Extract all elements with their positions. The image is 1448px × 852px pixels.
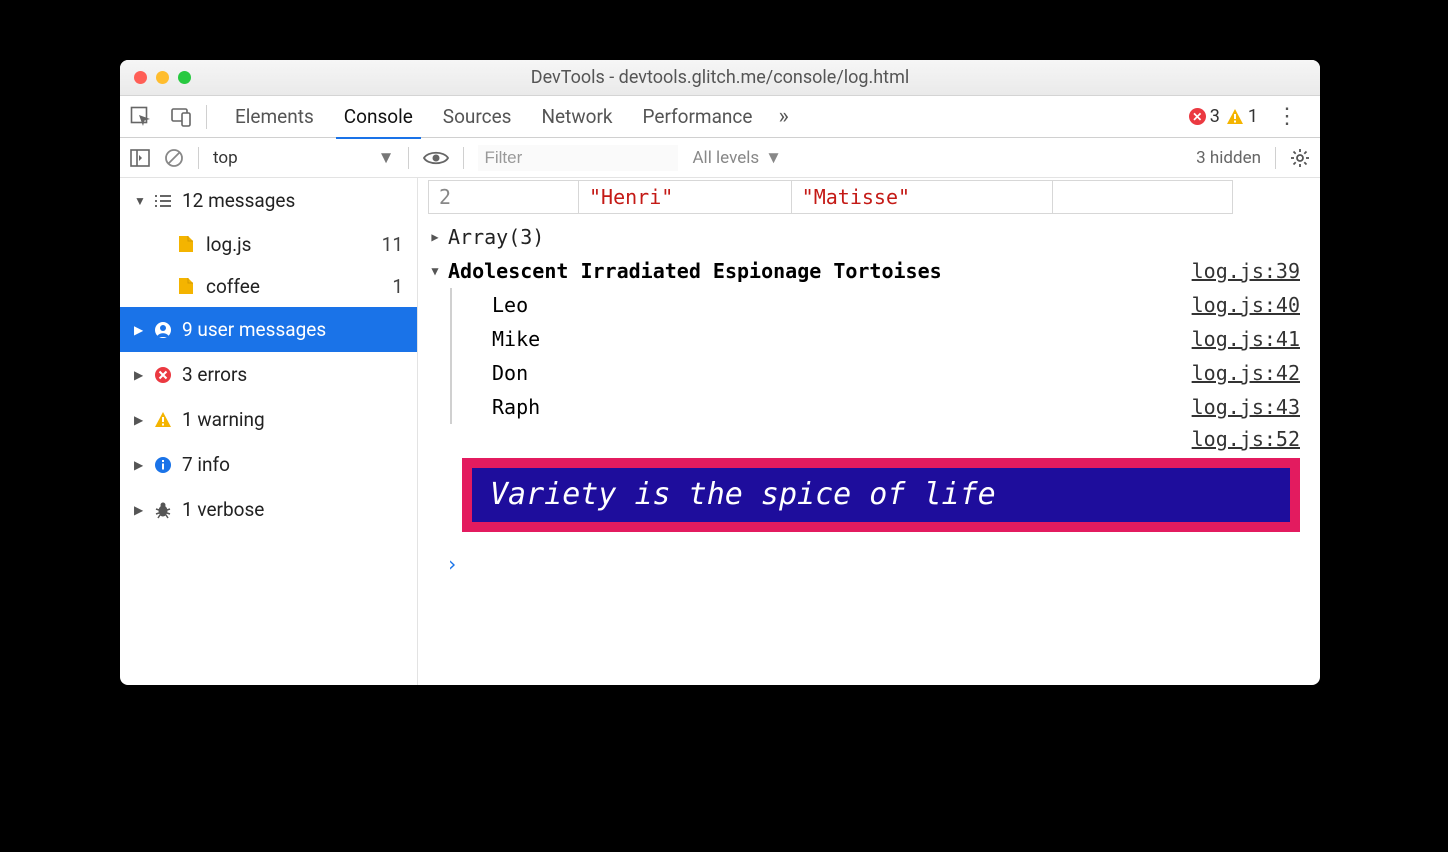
toggle-device-icon[interactable]	[170, 106, 192, 128]
sidebar-label: 3 errors	[182, 363, 409, 386]
more-tabs-button[interactable]: »	[768, 104, 798, 129]
source-link[interactable]: log.js:42	[1192, 361, 1300, 385]
source-link[interactable]: log.js:52	[1192, 427, 1300, 451]
context-selector[interactable]: top ▼	[213, 148, 394, 168]
console-sidebar: ▼ 12 messages log.js 11	[120, 178, 418, 685]
console-toolbar: top ▼ All levels ▼ 3 hidden	[120, 138, 1320, 178]
tab-sources[interactable]: Sources	[429, 96, 526, 138]
console-prompt[interactable]: ›	[428, 532, 1300, 576]
log-levels-selector[interactable]: All levels ▼	[692, 148, 782, 168]
warning-icon	[1226, 108, 1244, 126]
file-icon	[178, 277, 194, 295]
console-row: Raph log.js:43	[450, 390, 1300, 424]
console-row: Don log.js:42	[450, 356, 1300, 390]
maximize-window-button[interactable]	[178, 71, 191, 84]
clear-console-icon[interactable]	[164, 148, 184, 168]
titlebar: DevTools - devtools.glitch.me/console/lo…	[120, 60, 1320, 96]
disclosure-triangle-icon[interactable]: ▼	[428, 264, 442, 278]
console-row: log.js:52	[428, 424, 1300, 454]
source-link[interactable]: log.js:39	[1192, 259, 1300, 283]
source-link[interactable]: log.js:40	[1192, 293, 1300, 317]
sidebar-item-warnings[interactable]: ▶ 1 warning	[120, 397, 417, 442]
chevron-down-icon: ▼	[378, 148, 395, 168]
filter-input[interactable]	[478, 145, 678, 171]
info-icon	[154, 456, 172, 474]
sidebar-item-messages[interactable]: ▼ 12 messages	[120, 178, 417, 223]
sidebar-item-user-messages[interactable]: ▶ 9 user messages	[120, 307, 417, 352]
chevron-down-icon: ▼	[765, 148, 782, 168]
source-link[interactable]: log.js:43	[1192, 395, 1300, 419]
inspect-element-icon[interactable]	[130, 106, 152, 128]
console-settings-icon[interactable]	[1290, 148, 1310, 168]
tab-performance[interactable]: Performance	[629, 96, 767, 138]
file-icon	[178, 235, 194, 253]
sidebar-label: 1 warning	[182, 408, 409, 431]
sidebar-file-item[interactable]: coffee 1	[120, 265, 417, 307]
minimize-window-button[interactable]	[156, 71, 169, 84]
console-row-array[interactable]: ▶ Array(3)	[428, 220, 1300, 254]
devtools-tabbar: Elements Console Sources Network Perform…	[120, 96, 1320, 138]
styled-log-message: Variety is the spice of life	[462, 458, 1300, 532]
close-window-button[interactable]	[134, 71, 147, 84]
warning-count-badge[interactable]: 1	[1226, 106, 1258, 127]
chevron-right-icon: ▶	[134, 413, 144, 427]
sidebar-label: 9 user messages	[182, 318, 409, 341]
tab-elements[interactable]: Elements	[221, 96, 328, 138]
table-cell: "Henri"	[579, 181, 792, 214]
sidebar-item-errors[interactable]: ▶ 3 errors	[120, 352, 417, 397]
chevron-right-icon: ▶	[134, 503, 144, 517]
sidebar-label: 12 messages	[182, 189, 409, 212]
console-row: Mike log.js:41	[450, 322, 1300, 356]
error-icon: ✕	[1189, 108, 1206, 125]
live-expression-icon[interactable]	[423, 149, 449, 167]
source-link[interactable]: log.js:41	[1192, 327, 1300, 351]
chevron-right-icon: ▶	[134, 368, 144, 382]
toggle-sidebar-icon[interactable]	[130, 149, 150, 167]
chevron-down-icon: ▼	[134, 194, 144, 208]
table-cell: "Matisse"	[791, 181, 1052, 214]
console-row: Leo log.js:40	[450, 288, 1300, 322]
window-title: DevTools - devtools.glitch.me/console/lo…	[120, 67, 1320, 88]
tab-network[interactable]: Network	[527, 96, 626, 138]
tab-console[interactable]: Console	[330, 96, 427, 138]
sidebar-label: 7 info	[182, 453, 409, 476]
warning-icon	[154, 411, 172, 429]
user-icon	[154, 321, 172, 339]
bug-icon	[154, 501, 172, 519]
console-row-group-header[interactable]: ▼ Adolescent Irradiated Espionage Tortoi…	[428, 254, 1300, 288]
sidebar-item-info[interactable]: ▶ 7 info	[120, 442, 417, 487]
disclosure-triangle-icon[interactable]: ▶	[428, 230, 442, 244]
hidden-count[interactable]: 3 hidden	[1196, 148, 1261, 168]
list-icon	[154, 194, 172, 208]
table-cell: 2	[429, 181, 579, 214]
console-table: 2 "Henri" "Matisse"	[428, 180, 1233, 214]
sidebar-file-item[interactable]: log.js 11	[120, 223, 417, 265]
chevron-right-icon: ▶	[134, 458, 144, 472]
error-count-badge[interactable]: ✕ 3	[1189, 106, 1220, 127]
sidebar-label: 1 verbose	[182, 498, 409, 521]
sidebar-item-verbose[interactable]: ▶ 1 verbose	[120, 487, 417, 532]
error-icon	[154, 366, 172, 384]
console-output: 2 "Henri" "Matisse" ▶ Array(3) ▼ Adolesc…	[418, 178, 1320, 685]
table-cell	[1053, 181, 1233, 214]
chevron-right-icon: ▶	[134, 323, 144, 337]
more-menu-button[interactable]: ⋮	[1264, 104, 1310, 129]
devtools-window: DevTools - devtools.glitch.me/console/lo…	[120, 60, 1320, 685]
